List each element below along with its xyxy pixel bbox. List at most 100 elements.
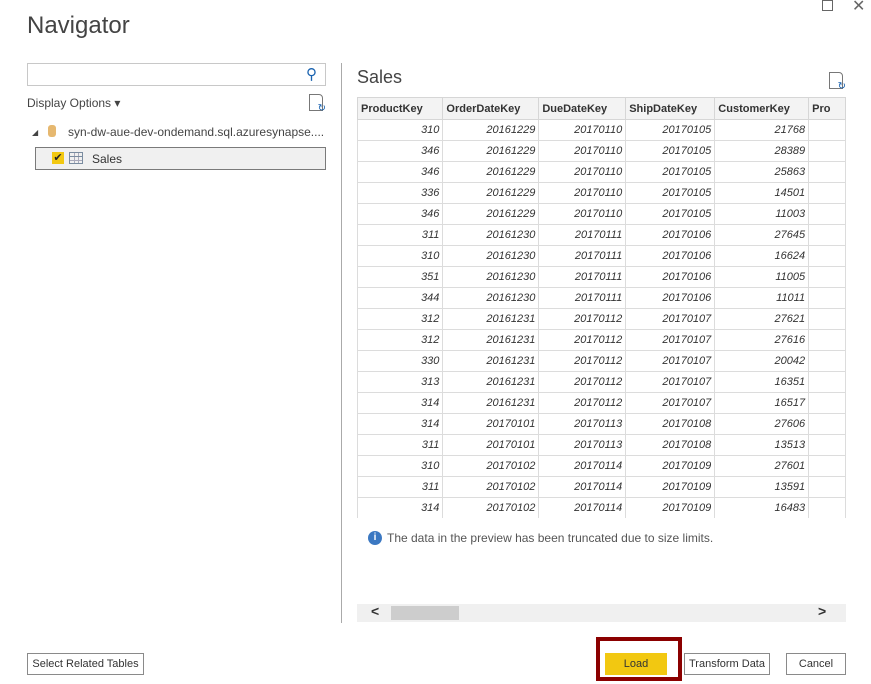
table-cell: 311 — [357, 434, 444, 456]
preview-table: ProductKey OrderDateKey DueDateKey ShipDate… — [357, 97, 846, 518]
table-cell: 346 — [357, 140, 444, 162]
table-cell: 20170106 — [625, 245, 716, 267]
display-options-dropdown[interactable]: Display Options ▾ — [27, 96, 120, 110]
table-cell — [808, 287, 846, 309]
table-cell: 351 — [357, 266, 444, 288]
column-header[interactable]: CustomerKey — [714, 97, 810, 120]
table-cell: 20170107 — [625, 371, 716, 393]
close-icon[interactable]: ✕ — [852, 0, 865, 16]
scrollbar-thumb[interactable] — [391, 606, 459, 620]
scroll-left-icon[interactable]: < — [371, 603, 379, 619]
table-cell: 27621 — [714, 308, 810, 330]
table-row: 314 20170102 20170114 20170109 16483 — [357, 497, 846, 518]
table-cell — [808, 245, 846, 267]
table-cell: 336 — [357, 182, 444, 204]
table-cell: 20161230 — [442, 287, 540, 309]
scroll-right-icon[interactable]: > — [818, 603, 826, 619]
column-header[interactable]: Pro — [808, 97, 846, 120]
table-row: 346 20161229 20170110 20170105 25863 — [357, 161, 846, 183]
table-cell: 20170114 — [538, 455, 627, 477]
table-cell: 16351 — [714, 371, 810, 393]
table-cell: 314 — [357, 392, 444, 414]
table-cell: 16483 — [714, 497, 810, 518]
table-cell: 16624 — [714, 245, 810, 267]
table-cell: 20170105 — [625, 203, 716, 225]
table-cell: 311 — [357, 224, 444, 246]
table-row: 344 20161230 20170111 20170106 11011 — [357, 287, 846, 309]
table-cell: 20170111 — [538, 224, 627, 246]
table-cell: 20170105 — [625, 182, 716, 204]
table-cell — [808, 182, 846, 204]
table-cell: 311 — [357, 476, 444, 498]
table-cell: 20170105 — [625, 119, 716, 141]
table-cell: 310 — [357, 455, 444, 477]
table-cell: 20170112 — [538, 329, 627, 351]
table-cell: 20170107 — [625, 350, 716, 372]
table-cell: 11003 — [714, 203, 810, 225]
table-cell — [808, 371, 846, 393]
table-cell: 20161229 — [442, 182, 540, 204]
select-related-tables-button[interactable]: Select Related Tables — [27, 653, 144, 675]
table-cell: 20170112 — [538, 350, 627, 372]
table-cell: 20161229 — [442, 203, 540, 225]
search-icon[interactable]: ⚲ — [306, 65, 317, 83]
table-cell — [808, 119, 846, 141]
table-cell: 20161231 — [442, 371, 540, 393]
table-cell: 20170102 — [442, 455, 540, 477]
table-cell: 20161229 — [442, 140, 540, 162]
column-header[interactable]: ProductKey — [357, 97, 444, 120]
load-button[interactable]: Load — [605, 653, 667, 675]
cancel-button[interactable]: Cancel — [786, 653, 846, 675]
table-cell: 20170110 — [538, 140, 627, 162]
table-row: 311 20170101 20170113 20170108 13513 — [357, 434, 846, 456]
table-cell: 14501 — [714, 182, 810, 204]
table-cell: 20170113 — [538, 413, 627, 435]
table-cell: 344 — [357, 287, 444, 309]
table-cell — [808, 350, 846, 372]
table-cell: 16517 — [714, 392, 810, 414]
table-cell: 27645 — [714, 224, 810, 246]
maximize-icon[interactable] — [822, 0, 833, 11]
pane-divider[interactable] — [341, 63, 342, 623]
table-cell: 20170112 — [538, 392, 627, 414]
refresh-preview-icon[interactable] — [829, 72, 846, 92]
tree-item-label: Sales — [92, 152, 123, 166]
table-cell — [808, 203, 846, 225]
table-cell: 20170112 — [538, 371, 627, 393]
table-cell: 20170106 — [625, 287, 716, 309]
table-cell: 20170107 — [625, 308, 716, 330]
table-row: 311 20170102 20170114 20170109 13591 — [357, 476, 846, 498]
table-cell — [808, 161, 846, 183]
table-cell — [808, 413, 846, 435]
table-cell: 20170111 — [538, 245, 627, 267]
table-cell: 20170111 — [538, 266, 627, 288]
column-header[interactable]: OrderDateKey — [442, 97, 540, 120]
table-row: 312 20161231 20170112 20170107 27621 — [357, 308, 846, 330]
table-cell — [808, 308, 846, 330]
table-cell: 20170101 — [442, 413, 540, 435]
table-cell — [808, 266, 846, 288]
table-cell — [808, 392, 846, 414]
table-cell: 20170114 — [538, 497, 627, 518]
table-cell: 20161231 — [442, 308, 540, 330]
table-cell: 13591 — [714, 476, 810, 498]
column-header[interactable]: ShipDateKey — [625, 97, 716, 120]
table-cell: 20170109 — [625, 497, 716, 518]
table-cell: 20161230 — [442, 224, 540, 246]
table-cell: 313 — [357, 371, 444, 393]
expand-arrow-icon[interactable]: ◢ — [32, 128, 38, 137]
table-cell: 20042 — [714, 350, 810, 372]
column-header[interactable]: DueDateKey — [538, 97, 627, 120]
server-node[interactable]: syn-dw-aue-dev-ondemand.sql.azuresynapse… — [68, 125, 324, 139]
table-cell — [808, 224, 846, 246]
table-cell: 11011 — [714, 287, 810, 309]
search-input[interactable] — [27, 63, 326, 86]
info-text: The data in the preview has been truncat… — [387, 531, 714, 545]
refresh-icon[interactable] — [309, 94, 326, 114]
transform-data-button[interactable]: Transform Data — [684, 653, 770, 675]
table-row: 310 20161230 20170111 20170106 16624 — [357, 245, 846, 267]
table-cell: 20170110 — [538, 182, 627, 204]
sales-checkbox[interactable]: ✔ — [52, 152, 64, 164]
table-cell: 20161229 — [442, 161, 540, 183]
table-cell: 20170107 — [625, 392, 716, 414]
